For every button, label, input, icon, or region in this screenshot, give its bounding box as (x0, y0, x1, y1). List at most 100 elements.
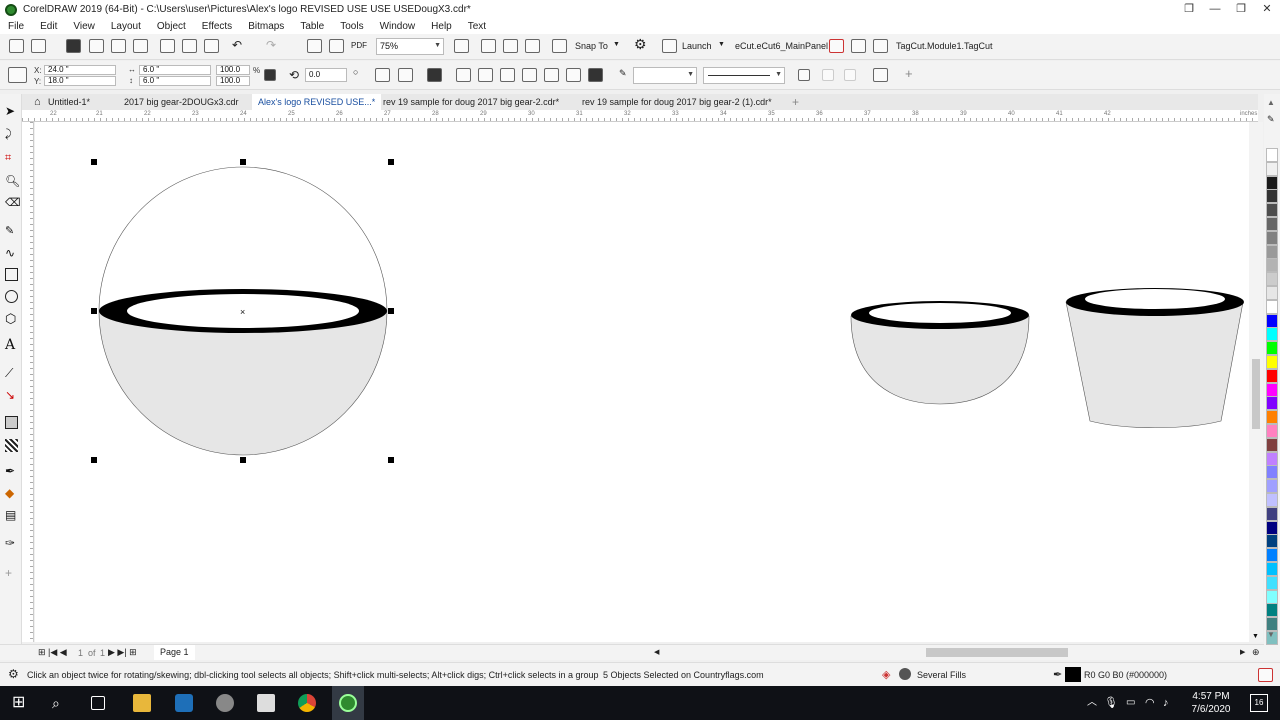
tab-rev19-sample[interactable]: rev 19 sample for doug 2017 big gear-2.c… (377, 94, 565, 110)
interactive-fill-icon[interactable]: ◆ (5, 486, 18, 500)
selection-handle-e[interactable] (388, 308, 394, 314)
weld-icon[interactable] (456, 68, 471, 82)
app-icon[interactable] (257, 694, 275, 712)
rotation-field[interactable]: 0.0 (305, 68, 347, 82)
maximize-button[interactable]: ❐ (1228, 0, 1254, 19)
volume-icon[interactable]: ♪ (1163, 694, 1181, 712)
outline-width-select[interactable]: ▼ (633, 67, 697, 84)
tapered-cup-rim-inner[interactable] (1085, 289, 1225, 309)
color-swatch[interactable] (1266, 451, 1278, 466)
scroll-down-icon[interactable]: ▼ (1252, 633, 1259, 640)
text-tool-icon[interactable]: A (5, 338, 18, 352)
height-field[interactable]: 6.0 " (139, 76, 211, 86)
y-position-field[interactable]: 18.0 " (44, 76, 116, 86)
eraser-tool-icon[interactable]: ⌫ (5, 196, 21, 209)
fill-swatch[interactable] (899, 668, 911, 680)
color-swatch[interactable] (1266, 244, 1278, 259)
simplify-icon[interactable] (522, 68, 537, 82)
color-swatch[interactable] (1266, 299, 1278, 314)
color-swatch[interactable] (1266, 396, 1278, 411)
status-panel-icon[interactable] (1258, 668, 1273, 682)
pick-tool-icon[interactable]: ➤ (5, 104, 18, 118)
color-swatch[interactable] (1266, 189, 1278, 204)
color-swatch[interactable] (1266, 286, 1278, 300)
tab-big-gear-doug[interactable]: 2017 big gear-2DOUGx3.cdr (118, 94, 245, 110)
color-swatch[interactable] (1266, 437, 1278, 452)
vertical-ruler[interactable] (22, 122, 34, 642)
file-explorer-icon[interactable] (133, 694, 151, 712)
selection-handle-nw[interactable] (91, 159, 97, 165)
outline-swatch[interactable] (1065, 667, 1081, 682)
page-nav-forward-controls[interactable]: ▶ ▶| ⊞ (108, 647, 137, 658)
tagcut-button[interactable]: TagCut.Module1.TagCut (896, 41, 993, 51)
color-swatch[interactable] (1266, 548, 1278, 563)
scroll-right-icon[interactable]: ▶ (1240, 648, 1245, 656)
outline-pen-icon[interactable]: ✑ (5, 536, 18, 550)
color-swatch[interactable] (1266, 465, 1278, 480)
menu-tools[interactable]: Tools (340, 21, 363, 32)
menu-effects[interactable]: Effects (202, 21, 232, 32)
line-style-select[interactable]: ▼ (703, 67, 785, 84)
selection-handle-w[interactable] (91, 308, 97, 314)
mirror-vertical-icon[interactable] (398, 68, 413, 82)
color-swatch[interactable] (1266, 493, 1278, 507)
color-swatch[interactable] (1266, 603, 1278, 618)
tapered-cup-group[interactable] (1065, 288, 1244, 429)
cloud-download-icon[interactable] (111, 39, 126, 53)
current-page-number[interactable]: 1 (78, 648, 83, 658)
tab-rev19-sample-1[interactable]: rev 19 sample for doug 2017 big gear-2 (… (576, 94, 778, 110)
redo-icon[interactable]: ↷ (266, 38, 276, 52)
x-position-field[interactable]: 24.0 " (44, 65, 116, 75)
taskbar-clock[interactable]: 4:57 PM 7/6/2020 (1186, 690, 1236, 716)
chevron-down-icon[interactable]: ▼ (718, 41, 725, 48)
minimize-button[interactable]: — (1202, 0, 1228, 19)
rectangle-tool-icon[interactable] (5, 268, 18, 281)
chrome-icon[interactable] (298, 694, 316, 712)
table-icon[interactable] (851, 39, 866, 53)
smart-fill-icon[interactable]: ▤ (5, 508, 18, 522)
color-swatch[interactable] (1266, 589, 1278, 604)
snap-to-icon[interactable] (552, 39, 567, 53)
notification-center-icon[interactable]: 16 (1250, 694, 1268, 712)
export-icon[interactable] (329, 39, 344, 53)
print-icon[interactable] (133, 39, 148, 53)
vertical-scrollbar[interactable]: ▼ (1249, 122, 1263, 642)
drop-shadow-icon[interactable] (5, 416, 18, 429)
width-field[interactable]: 6.0 " (139, 65, 211, 75)
color-swatch[interactable] (1266, 575, 1278, 590)
intersect-icon[interactable] (500, 68, 515, 82)
color-swatch[interactable] (1266, 203, 1278, 218)
color-swatch[interactable] (1266, 562, 1278, 576)
vertical-scroll-thumb[interactable] (1252, 359, 1260, 429)
new-tab-icon[interactable]: + (786, 94, 805, 110)
selection-handle-se[interactable] (388, 457, 394, 463)
dimension-tool-icon[interactable]: ⟋ (5, 366, 18, 380)
crop-tool-icon[interactable]: ⌗ (5, 152, 18, 165)
menu-text[interactable]: Text (468, 21, 486, 32)
color-swatch[interactable] (1266, 217, 1278, 231)
selection-handle-ne[interactable] (388, 159, 394, 165)
scale-height-field[interactable]: 100.0 (216, 76, 250, 86)
eyedropper-icon[interactable]: ✒ (5, 464, 18, 478)
zoom-tool-icon[interactable]: 🔍︎ (5, 174, 20, 188)
menu-object[interactable]: Object (157, 21, 186, 32)
launch-icon[interactable] (662, 39, 677, 53)
selection-handle-s[interactable] (240, 457, 246, 463)
color-swatch[interactable] (1266, 382, 1278, 397)
menu-edit[interactable]: Edit (40, 21, 57, 32)
back-minus-front-icon[interactable] (566, 68, 581, 82)
lock-ratio-icon[interactable] (264, 69, 276, 81)
show-rulers-icon[interactable] (481, 39, 496, 53)
selection-handle-sw[interactable] (91, 457, 97, 463)
color-swatch[interactable] (1266, 355, 1278, 369)
drawing-canvas[interactable]: × (35, 122, 1255, 642)
eyedropper-icon[interactable]: ✎ (1267, 114, 1275, 125)
task-view-icon[interactable] (91, 696, 105, 710)
wifi-icon[interactable]: ◠ (1145, 694, 1163, 712)
chevron-down-icon[interactable]: ▼ (613, 41, 620, 48)
paste-icon[interactable] (204, 39, 219, 53)
tagcut-icon[interactable] (873, 39, 888, 53)
launch-button[interactable]: Launch (682, 41, 712, 51)
app-icon[interactable] (175, 694, 193, 712)
add-tool-icon[interactable]: + (5, 566, 18, 580)
